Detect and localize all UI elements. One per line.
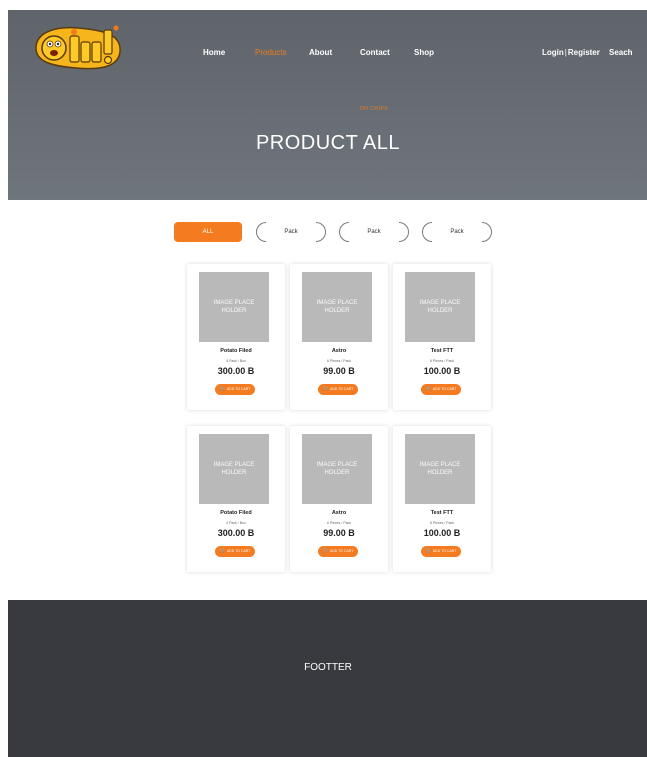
add-to-cart-label: ADD TO CART (226, 387, 251, 391)
nav-products[interactable]: Products (255, 48, 287, 57)
image-placeholder-label: IMAGE PLACE HOLDER (213, 300, 255, 314)
product-unit: 6 Pieces / Pack (429, 521, 455, 525)
product-image-placeholder: IMAGE PLACE HOLDER (302, 272, 372, 342)
brand-logo[interactable] (32, 22, 124, 72)
login-link[interactable]: Login (542, 48, 564, 57)
add-to-cart-button[interactable]: 🛒ADD TO CART (318, 546, 358, 557)
cart-icon: 🛒 (425, 548, 432, 554)
filter-pack-button[interactable]: Pack (339, 222, 409, 242)
add-to-cart-label: ADD TO CART (226, 549, 251, 553)
product-card[interactable]: IMAGE PLACE HOLDER Test FTT 6 Pieces / P… (393, 426, 491, 572)
product-image-placeholder: IMAGE PLACE HOLDER (199, 272, 269, 342)
product-unit: 4 Pack / Box (226, 521, 246, 525)
filter-bar: ALL Pack Pack Pack (0, 222, 647, 244)
cart-icon: 🛒 (219, 386, 226, 392)
product-name: Astro (331, 510, 347, 516)
cart-icon: 🛒 (219, 548, 226, 554)
filter-pack-button[interactable]: Pack (256, 222, 326, 242)
product-unit: 4 Pack / Box (226, 359, 246, 363)
product-image-placeholder: IMAGE PLACE HOLDER (199, 434, 269, 504)
product-price: 100.00 B (423, 366, 461, 376)
nav-contact[interactable]: Contact (360, 48, 390, 57)
nav-shop[interactable]: Shop (414, 48, 434, 57)
image-placeholder-label: IMAGE PLACE HOLDER (316, 462, 358, 476)
add-to-cart-button[interactable]: 🛒ADD TO CART (421, 384, 461, 395)
add-to-cart-button[interactable]: 🛒ADD TO CART (421, 546, 461, 557)
add-to-cart-button[interactable]: 🛒ADD TO CART (318, 384, 358, 395)
hero-kicker: OH CHIPS (8, 106, 647, 112)
image-placeholder-label: IMAGE PLACE HOLDER (213, 462, 255, 476)
search-link[interactable]: Seach (609, 48, 633, 57)
product-card[interactable]: IMAGE PLACE HOLDER Potato Filed 4 Pack /… (187, 426, 285, 572)
product-unit: 6 Pieces / Pack (326, 359, 352, 363)
product-price: 100.00 B (423, 528, 461, 538)
product-unit: 6 Pieces / Pack (326, 521, 352, 525)
image-placeholder-label: IMAGE PLACE HOLDER (419, 300, 461, 314)
filter-all-button[interactable]: ALL (174, 222, 242, 242)
product-name: Potato Filed (220, 348, 252, 354)
nav-home[interactable]: Home (203, 48, 225, 57)
product-image-placeholder: IMAGE PLACE HOLDER (405, 272, 475, 342)
footer: FOOTTER (8, 600, 647, 757)
cart-icon: 🛒 (322, 386, 329, 392)
product-price: 99.00 B (323, 528, 355, 538)
auth-links: Login|Register (542, 48, 600, 57)
product-name: Potato Filed (220, 510, 252, 516)
product-name: Test FTT (430, 348, 454, 354)
nav-about[interactable]: About (309, 48, 332, 57)
product-image-placeholder: IMAGE PLACE HOLDER (302, 434, 372, 504)
image-placeholder-label: IMAGE PLACE HOLDER (419, 462, 461, 476)
auth-separator: | (564, 48, 567, 57)
add-to-cart-label: ADD TO CART (432, 549, 457, 553)
filter-pack-button[interactable]: Pack (422, 222, 492, 242)
product-card[interactable]: IMAGE PLACE HOLDER Astro 6 Pieces / Pack… (290, 426, 388, 572)
add-to-cart-label: ADD TO CART (432, 387, 457, 391)
product-card[interactable]: IMAGE PLACE HOLDER Potato Filed 4 Pack /… (187, 264, 285, 410)
add-to-cart-button[interactable]: 🛒ADD TO CART (215, 384, 255, 395)
add-to-cart-button[interactable]: 🛒ADD TO CART (215, 546, 255, 557)
product-price: 300.00 B (217, 366, 255, 376)
product-card[interactable]: IMAGE PLACE HOLDER Astro 6 Pieces / Pack… (290, 264, 388, 410)
product-price: 99.00 B (323, 366, 355, 376)
product-unit: 6 Pieces / Pack (429, 359, 455, 363)
register-link[interactable]: Register (568, 48, 600, 57)
product-card[interactable]: IMAGE PLACE HOLDER Test FTT 6 Pieces / P… (393, 264, 491, 410)
add-to-cart-label: ADD TO CART (329, 387, 354, 391)
product-name: Astro (331, 348, 347, 354)
add-to-cart-label: ADD TO CART (329, 549, 354, 553)
footer-label: FOOTTER (304, 662, 352, 673)
product-image-placeholder: IMAGE PLACE HOLDER (405, 434, 475, 504)
product-name: Test FTT (430, 510, 454, 516)
hero-banner: Home Products About Contact Shop Login|R… (8, 10, 647, 200)
cart-icon: 🛒 (322, 548, 329, 554)
hero-kicker-text: OH CHIPS (359, 106, 389, 112)
product-price: 300.00 B (217, 528, 255, 538)
page-title: PRODUCT ALL (255, 132, 401, 154)
cart-icon: 🛒 (425, 386, 432, 392)
image-placeholder-label: IMAGE PLACE HOLDER (316, 300, 358, 314)
